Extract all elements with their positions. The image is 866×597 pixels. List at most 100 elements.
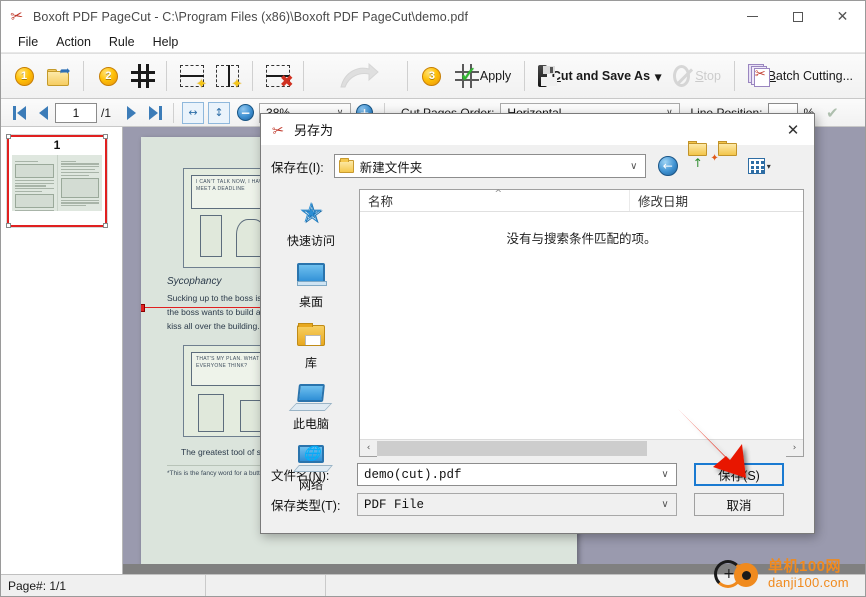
views-button[interactable]: ▾ [747, 156, 780, 176]
toolbar-separator [166, 61, 168, 91]
status-cell-3 [325, 575, 865, 596]
dialog-close-button[interactable]: ✕ [772, 114, 814, 145]
window-controls: ✕ [730, 1, 865, 32]
scroll-right-button[interactable]: › [786, 440, 803, 457]
first-page-button[interactable] [7, 102, 31, 124]
up-one-level-button[interactable]: ↑ [687, 141, 710, 176]
new-folder-button[interactable]: ✦ [710, 141, 740, 176]
this-pc-icon [294, 382, 328, 412]
open-file-button[interactable]: ➦ [41, 56, 76, 96]
thumbnail-grip[interactable] [6, 223, 11, 228]
line-position-apply-check-icon[interactable]: ✔ [826, 104, 839, 122]
column-header-date-modified[interactable]: 修改日期 [630, 190, 803, 211]
zoom-out-icon: − [240, 105, 251, 120]
fit-height-button[interactable]: ↕ [208, 101, 231, 124]
apply-button[interactable]: ✓ Apply [449, 56, 517, 96]
filetype-row: 保存类型(T): PDF File ∨ 取消 [271, 493, 804, 516]
cut-and-save-as-label: CCut and Save Asut and Save As [551, 69, 651, 83]
close-icon: ✕ [786, 120, 800, 139]
bottom-strip-left [1, 564, 123, 574]
navbar-separator [173, 102, 175, 123]
column-header-name[interactable]: 名称 ^ [360, 189, 630, 211]
cancel-button[interactable]: 取消 [694, 493, 784, 516]
close-button[interactable]: ✕ [820, 1, 865, 32]
bottom-strip [1, 564, 865, 574]
redo-arrow-icon [339, 63, 379, 89]
dialog-scissors-icon: ✂ [270, 120, 286, 139]
place-quick-access[interactable]: ✭ 快速访问 [269, 193, 353, 254]
stop-icon [673, 65, 691, 87]
filename-row: 文件名(N): demo(cut).pdf ∨ 保存(S) [271, 463, 804, 486]
maximize-button[interactable] [775, 1, 820, 32]
filetype-label: 保存类型(T): [271, 499, 341, 513]
column-header-date-label: 修改日期 [638, 195, 689, 209]
stop-button[interactable]: Stop [667, 56, 727, 96]
grid-icon [131, 64, 156, 88]
place-this-pc[interactable]: 此电脑 [269, 376, 353, 437]
network-icon [294, 443, 328, 473]
back-button[interactable]: ← [657, 156, 680, 176]
chevron-down-icon[interactable]: ∨ [654, 469, 676, 480]
thumbnail-page-1[interactable]: 1 [6, 134, 108, 228]
thumbnail-grip[interactable] [103, 223, 108, 228]
chevron-down-icon[interactable]: ▾ [767, 162, 771, 171]
next-page-button[interactable] [119, 102, 143, 124]
badge-3-icon: 3 [422, 66, 442, 86]
dialog-title-bar: ✂ 另存为 ✕ [261, 114, 814, 145]
place-label: 快速访问 [286, 234, 335, 248]
save-button-label: 保存(S) [718, 469, 760, 483]
add-horizontal-line-button[interactable]: ✦ [174, 56, 209, 96]
last-page-button[interactable] [143, 102, 167, 124]
delete-line-button[interactable]: ✖ [260, 56, 295, 96]
step-2-badge-button[interactable]: 2 [91, 56, 125, 96]
add-vertical-line-button[interactable]: ✦ [210, 56, 245, 96]
thumbnail-page-number: 1 [53, 138, 61, 152]
minimize-button[interactable] [730, 1, 775, 32]
dialog-middle: ✭ 快速访问 桌面 库 此电脑 网络 名称 [261, 187, 814, 492]
file-list-header: 名称 ^ 修改日期 [360, 189, 803, 212]
step-3-badge-button[interactable]: 3 [415, 56, 449, 96]
step-1-badge-button[interactable]: 1 [7, 56, 41, 96]
filename-input[interactable]: demo(cut).pdf ∨ [357, 463, 677, 486]
file-list[interactable]: 名称 ^ 修改日期 没有与搜索条件匹配的项。 ‹ › [359, 189, 804, 457]
save-button[interactable]: 保存(S) [694, 463, 784, 486]
grid-lines-button[interactable] [125, 56, 159, 96]
menu-file[interactable]: File [9, 33, 47, 51]
libraries-icon [294, 321, 328, 351]
place-desktop[interactable]: 桌面 [269, 254, 353, 315]
fit-width-button[interactable]: ↔ [182, 101, 205, 124]
previous-page-button[interactable] [31, 102, 55, 124]
page-number-input[interactable] [55, 102, 97, 123]
scroll-left-button[interactable]: ‹ [360, 440, 377, 457]
cut-and-save-as-button[interactable]: CCut and Save Asut and Save As ▾ [532, 56, 667, 96]
file-list-body[interactable]: 没有与搜索条件匹配的项。 [360, 212, 803, 439]
chevron-down-icon[interactable]: ∨ [623, 161, 645, 172]
redo-button[interactable] [335, 56, 383, 96]
place-libraries[interactable]: 库 [269, 315, 353, 376]
dialog-bottom: 文件名(N): demo(cut).pdf ∨ 保存(S) 保存类型(T): P… [261, 457, 814, 533]
open-folder-icon: ➦ [47, 65, 70, 87]
sort-ascending-icon: ^ [494, 189, 503, 199]
cut-line-handle-left[interactable] [141, 304, 145, 312]
cut-save-dropdown-caret-icon[interactable]: ▾ [655, 69, 661, 84]
place-label: 库 [304, 356, 317, 370]
batch-cutting-button[interactable]: ✂ Batch Cutting... [742, 56, 859, 96]
menu-action[interactable]: Action [47, 33, 100, 51]
menu-help[interactable]: Help [144, 33, 188, 51]
app-scissors-icon: ✂ [9, 6, 25, 26]
file-list-horizontal-scrollbar[interactable]: ‹ › [360, 439, 803, 457]
filetype-combo[interactable]: PDF File ∨ [357, 493, 677, 516]
menu-bar: File Action Rule Help [1, 32, 865, 53]
look-in-value: 新建文件夹 [359, 160, 423, 175]
menu-rule[interactable]: Rule [100, 33, 144, 51]
thumbnail-pane[interactable]: 1 [1, 127, 123, 564]
look-in-combo[interactable]: 新建文件夹 ∨ [333, 154, 646, 178]
chevron-down-icon[interactable]: ∨ [654, 499, 676, 510]
stop-label: Stop [695, 69, 721, 83]
scrollbar-track[interactable] [377, 439, 786, 457]
zoom-out-button[interactable]: − [237, 104, 255, 121]
toolbar-separator [524, 61, 526, 91]
scrollbar-thumb[interactable] [377, 440, 647, 456]
window-title: Boxoft PDF PageCut - C:\Program Files (x… [33, 9, 469, 24]
badge-1-icon: 1 [14, 66, 34, 86]
